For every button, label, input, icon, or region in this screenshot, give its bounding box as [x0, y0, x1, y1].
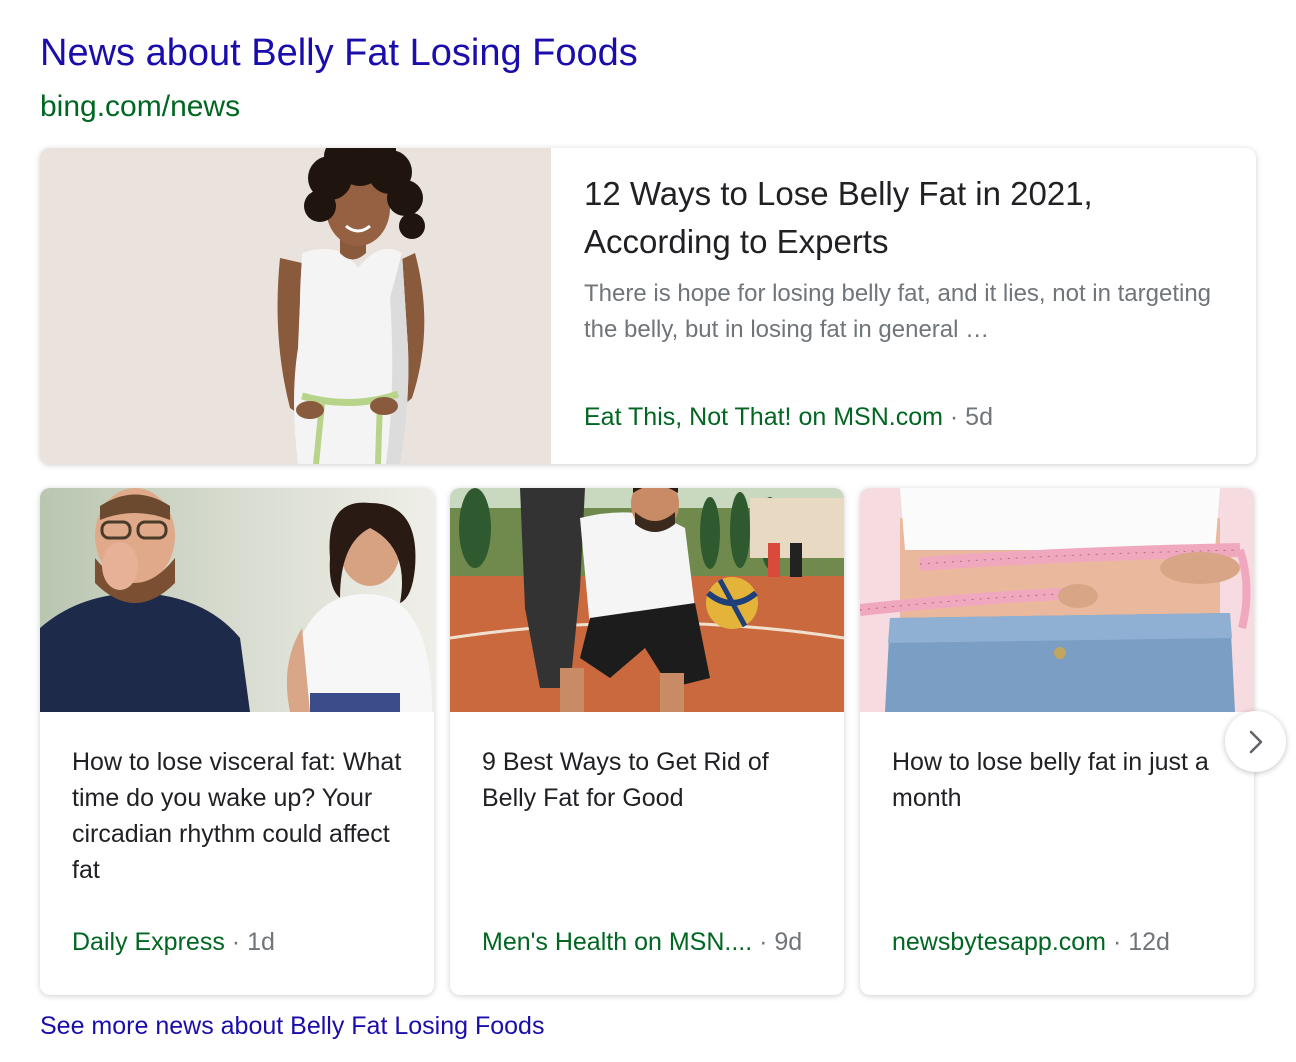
news-card[interactable]: How to lose visceral fat: What time do y… — [40, 488, 434, 995]
news-card-headline[interactable]: 9 Best Ways to Get Rid of Belly Fat for … — [482, 744, 816, 816]
news-card-meta: newsbytesapp.com · 12d — [892, 928, 1170, 957]
featured-article-age: 5d — [965, 403, 993, 431]
news-card-image — [40, 488, 434, 712]
news-carousel-page: News about Belly Fat Losing Foods bing.c… — [0, 0, 1296, 1062]
news-card-headline[interactable]: How to lose belly fat in just a month — [892, 744, 1226, 816]
news-card-age: 9d — [774, 928, 803, 956]
meta-separator: · — [759, 928, 768, 956]
meta-separator: · — [1112, 928, 1122, 956]
news-card-source: Daily Express — [72, 928, 225, 956]
featured-article-image — [40, 148, 551, 464]
featured-article-source: Eat This, Not That! on MSN.com — [584, 403, 943, 431]
meta-separator: · — [949, 403, 959, 431]
featured-news-card[interactable]: 12 Ways to Lose Belly Fat in 2021, Accor… — [40, 148, 1256, 464]
news-section-source: bing.com/news — [40, 90, 241, 123]
news-card-meta: Men's Health on MSN.... · 9d — [482, 928, 802, 957]
chevron-right-icon — [1249, 730, 1262, 753]
news-card-source: Men's Health on MSN.... — [482, 928, 753, 956]
news-card-source: newsbytesapp.com — [892, 928, 1107, 956]
featured-article-headline[interactable]: 12 Ways to Lose Belly Fat in 2021, Accor… — [584, 170, 1226, 266]
news-card-age: 1d — [247, 928, 275, 956]
featured-article-text: 12 Ways to Lose Belly Fat in 2021, Accor… — [584, 170, 1226, 348]
news-card-image — [860, 488, 1254, 712]
news-card-age: 12d — [1128, 928, 1170, 956]
featured-article-snippet: There is hope for losing belly fat, and … — [584, 280, 1212, 343]
news-card[interactable]: 9 Best Ways to Get Rid of Belly Fat for … — [450, 488, 844, 995]
news-card-headline[interactable]: How to lose visceral fat: What time do y… — [72, 744, 406, 888]
meta-separator: · — [231, 928, 241, 956]
featured-article-meta: Eat This, Not That! on MSN.com · 5d — [584, 403, 993, 432]
news-card-meta: Daily Express · 1d — [72, 928, 275, 957]
see-more-news-link[interactable]: See more news about Belly Fat Losing Foo… — [40, 1012, 544, 1041]
news-card[interactable]: How to lose belly fat in just a month ne… — [860, 488, 1254, 995]
carousel-next-button[interactable] — [1225, 711, 1286, 772]
news-card-image — [450, 488, 844, 712]
news-section-title-link[interactable]: News about Belly Fat Losing Foods — [40, 32, 638, 75]
